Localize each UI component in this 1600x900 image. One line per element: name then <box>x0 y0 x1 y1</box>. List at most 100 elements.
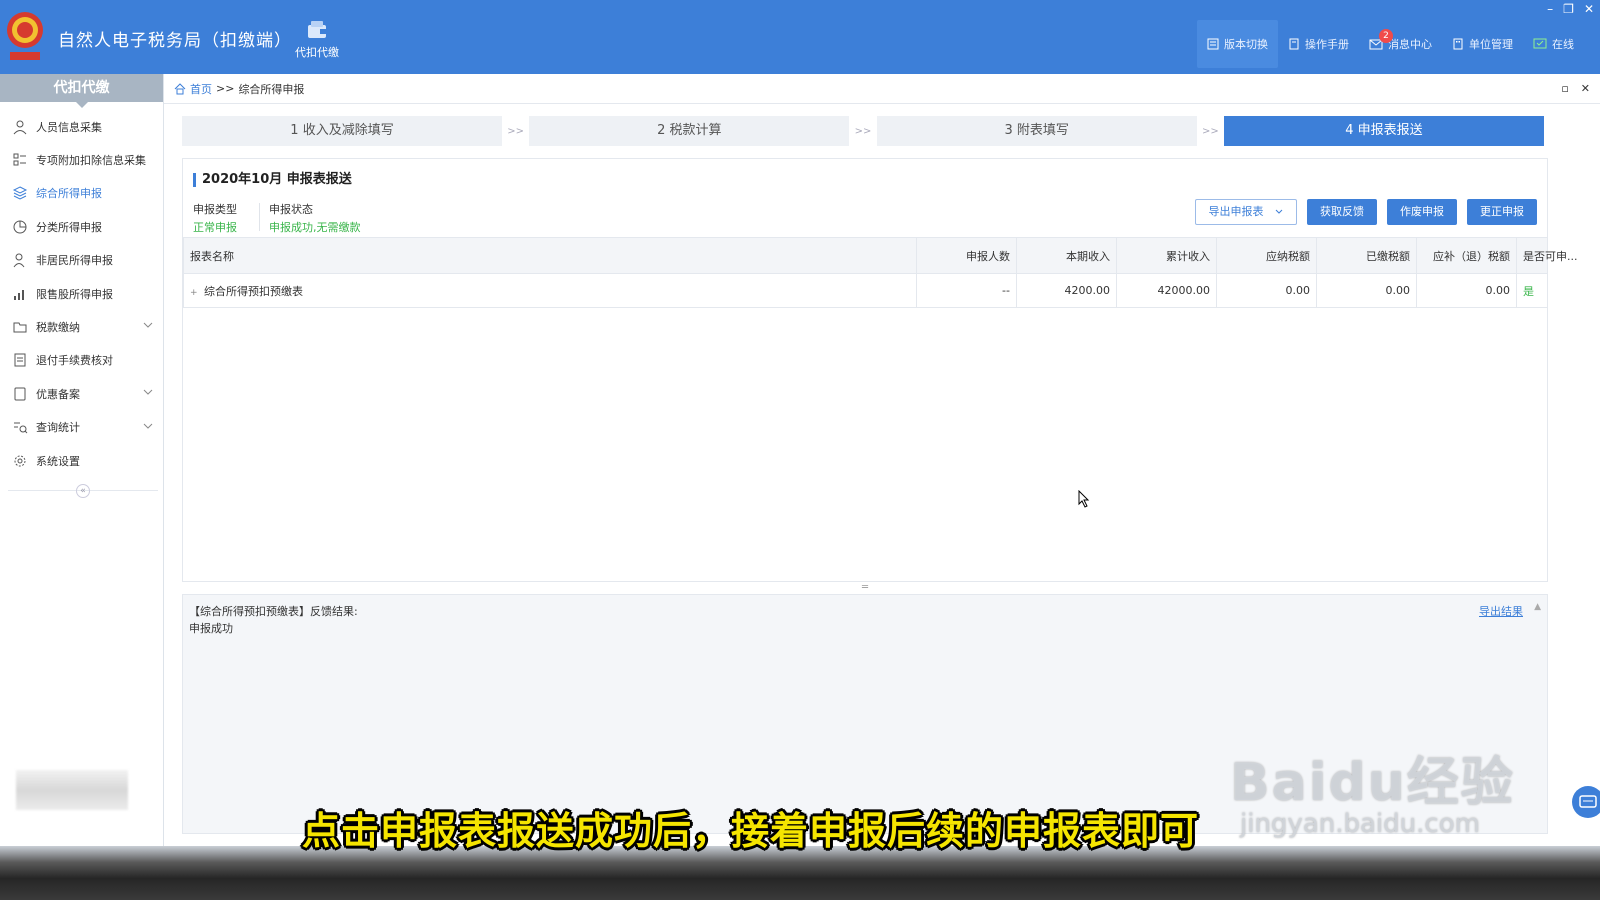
manual-button[interactable]: 操作手册 <box>1278 20 1359 68</box>
list-icon <box>13 153 26 166</box>
online-status-button[interactable]: 在线 <box>1523 20 1584 68</box>
col-tax-payable: 应纳税额 <box>1216 237 1317 274</box>
unit-management-button[interactable]: 单位管理 <box>1442 20 1523 68</box>
baidu-watermark: Baidu经验 jingyan.baidu.com <box>1230 740 1515 839</box>
col-declarable: 是否可申... <box>1516 237 1578 274</box>
main-content: 1 收入及减除填写 >> 2 税款计算 >> 3 附表填写 >> 4 申报表报送… <box>164 104 1600 846</box>
correct-declaration-button[interactable]: 更正申报 <box>1467 199 1537 225</box>
export-report-label: 导出申报表 <box>1208 205 1264 218</box>
sidebar-item-label: 人员信息采集 <box>36 120 102 134</box>
table-header-row: 报表名称 申报人数 本期收入 累计收入 应纳税额 已缴税额 应补（退）税额 是否… <box>183 237 1578 274</box>
window-controls: – ❐ ✕ <box>1547 2 1594 16</box>
step-attachment[interactable]: 3 附表填写 <box>876 116 1197 146</box>
breadcrumb-home-link[interactable]: 首页 <box>190 81 212 97</box>
watermark-main: Baidu经验 <box>1230 753 1515 813</box>
manual-icon <box>1289 38 1299 50</box>
module-withholding-button[interactable]: 代扣代缴 <box>290 20 344 60</box>
switch-icon <box>1207 38 1219 50</box>
close-button[interactable]: ✕ <box>1584 2 1594 16</box>
sidebar-item-label: 限售股所得申报 <box>36 287 113 301</box>
col-period-income: 本期收入 <box>1016 237 1117 274</box>
folder-icon <box>13 322 27 333</box>
manual-label: 操作手册 <box>1305 38 1349 51</box>
online-icon <box>1533 38 1547 49</box>
tax-emblem-logo <box>4 8 46 66</box>
report-table: 报表名称 申报人数 本期收入 累计收入 应纳税额 已缴税额 应补（退）税额 是否… <box>183 237 1578 308</box>
expand-row-icon[interactable]: + <box>190 288 200 298</box>
sidebar-item-special-deduction[interactable]: 专项附加扣除信息采集 <box>0 143 163 176</box>
sidebar-item-label: 综合所得申报 <box>36 187 102 201</box>
step-income-deduction[interactable]: 1 收入及减除填写 <box>182 116 503 146</box>
sidebar-item-query-stats[interactable]: 查询统计 <box>0 411 163 444</box>
step-tax-calculation[interactable]: 2 税款计算 <box>529 116 850 146</box>
blurred-user-area <box>16 770 128 810</box>
sidebar-item-tax-payment[interactable]: 税款缴纳 <box>0 310 163 343</box>
home-icon <box>174 82 186 94</box>
chat-support-button[interactable] <box>1572 786 1600 818</box>
version-switch-label: 版本切换 <box>1224 38 1268 51</box>
col-report-name: 报表名称 <box>183 237 917 274</box>
breadcrumb-current: 综合所得申报 <box>238 82 305 96</box>
table-row[interactable]: + 综合所得预扣预缴表 -- 4200.00 42000.00 0.00 0.00… <box>183 273 1548 308</box>
message-center-button[interactable]: 2 消息中心 <box>1359 20 1442 68</box>
gear-icon <box>14 455 26 467</box>
chevron-down-icon <box>143 389 153 395</box>
minimize-button[interactable]: – <box>1547 2 1553 16</box>
mouse-cursor-icon <box>1078 489 1090 511</box>
tax-due-refund-cell: 0.00 <box>1416 273 1517 308</box>
sidebar-item-label: 查询统计 <box>36 421 80 435</box>
scroll-up-arrow[interactable]: ▲ <box>1534 599 1541 616</box>
sidebar-item-fee-refund[interactable]: 退付手续费核对 <box>0 344 163 377</box>
step-separator: >> <box>854 125 872 137</box>
app-header: 自然人电子税务局（扣缴端） 代扣代缴 版本切换 操作手册 2 消息中心 单位管理 <box>0 0 1600 74</box>
tax-payable-cell: 0.00 <box>1216 273 1317 308</box>
video-subtitle: 点击申报表报送成功后，接着申报后续的申报表即可 <box>302 809 1200 853</box>
chevron-down-icon <box>1275 209 1283 214</box>
sidebar-title: 代扣代缴 <box>0 74 163 108</box>
restore-button[interactable]: ❐ <box>1563 2 1574 16</box>
bar-chart-icon <box>14 289 24 300</box>
export-result-link[interactable]: 导出结果 <box>1479 603 1523 620</box>
step-wizard: 1 收入及减除填写 >> 2 税款计算 >> 3 附表填写 >> 4 申报表报送 <box>182 116 1544 146</box>
sidebar-item-label: 非居民所得申报 <box>36 254 113 268</box>
report-name-cell: 综合所得预扣预缴表 <box>204 284 303 298</box>
sidebar-item-restricted-shares[interactable]: 限售股所得申报 <box>0 277 163 310</box>
sidebar-item-label: 系统设置 <box>36 454 80 468</box>
declaration-status-label: 申报状态 <box>269 203 313 216</box>
header-actions: 版本切换 操作手册 2 消息中心 单位管理 在线 <box>1197 20 1584 68</box>
void-declaration-button[interactable]: 作废申报 <box>1387 199 1457 225</box>
person-icon <box>13 253 25 268</box>
message-count-badge: 2 <box>1379 29 1393 43</box>
declaration-type: 申报类型 正常申报 <box>193 201 237 237</box>
sidebar: 代扣代缴 人员信息采集 专项附加扣除信息采集 综合所得申报 分类所得申报 非居民… <box>0 74 164 846</box>
report-panel: 2020年10月 申报表报送 申报类型 正常申报 申报状态 申报成功,无需缴款 … <box>182 158 1578 582</box>
declaration-type-value: 正常申报 <box>193 221 237 234</box>
file-icon <box>14 387 26 401</box>
sidebar-item-comprehensive-income[interactable]: 综合所得申报 <box>0 177 163 210</box>
declaration-status-value: 申报成功,无需缴款 <box>269 221 361 234</box>
sidebar-item-classified-income[interactable]: 分类所得申报 <box>0 210 163 243</box>
chevron-down-icon <box>143 423 153 429</box>
col-tax-due-refund: 应补（退）税额 <box>1416 237 1517 274</box>
col-tax-paid: 已缴税额 <box>1316 237 1417 274</box>
sidebar-item-personnel-info[interactable]: 人员信息采集 <box>0 110 163 143</box>
sidebar-collapse-button[interactable]: « <box>76 484 90 498</box>
sidebar-item-system-settings[interactable]: 系统设置 <box>0 444 163 477</box>
step-separator: >> <box>1201 125 1219 137</box>
tab-controls: ▫ ✕ <box>1561 82 1590 95</box>
tab-close-button[interactable]: ✕ <box>1581 82 1590 95</box>
tab-maximize-button[interactable]: ▫ <box>1561 82 1568 95</box>
user-icon <box>13 120 27 135</box>
step-separator: >> <box>507 125 525 137</box>
sidebar-item-nonresident-income[interactable]: 非居民所得申报 <box>0 244 163 277</box>
meta-divider <box>259 203 260 231</box>
version-switch-button[interactable]: 版本切换 <box>1197 20 1278 68</box>
sidebar-item-label: 税款缴纳 <box>36 321 80 335</box>
get-feedback-button[interactable]: 获取反馈 <box>1307 199 1377 225</box>
step-submit-report[interactable]: 4 申报表报送 <box>1223 116 1544 146</box>
sidebar-item-label: 分类所得申报 <box>36 220 102 234</box>
sidebar-item-preferential-filing[interactable]: 优惠备案 <box>0 377 163 410</box>
app-title: 自然人电子税务局（扣缴端） <box>58 31 292 51</box>
resize-splitter[interactable]: ═ <box>182 583 1548 594</box>
export-report-dropdown[interactable]: 导出申报表 <box>1194 199 1297 225</box>
